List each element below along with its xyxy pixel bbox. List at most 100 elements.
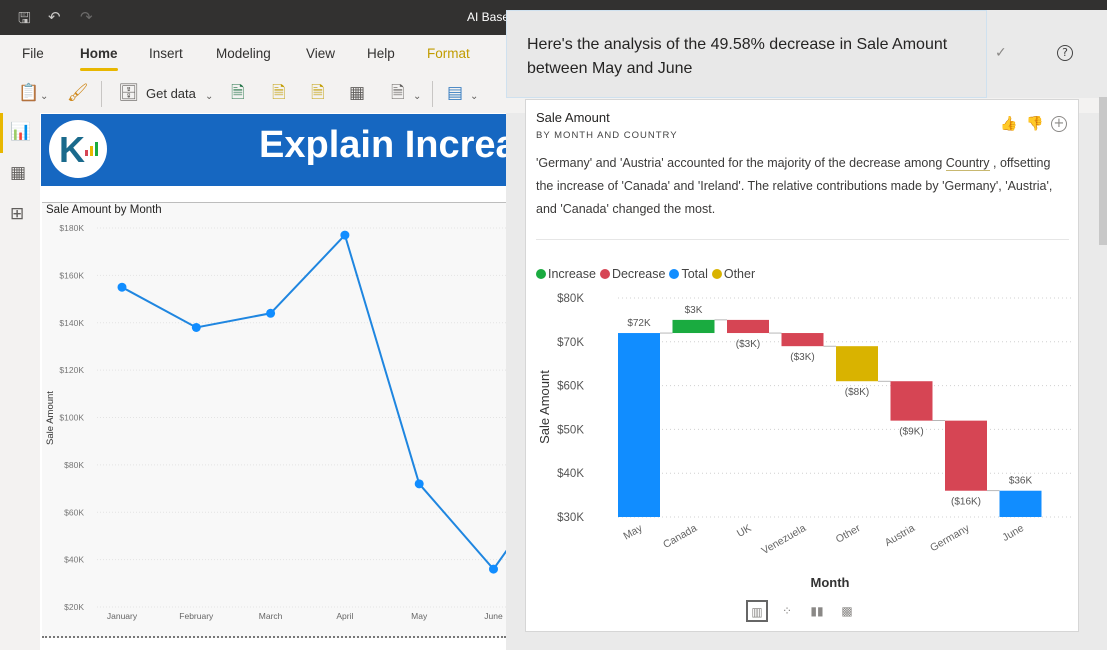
dataset-icon[interactable]: 🗎 <box>272 83 286 103</box>
y-tick-label: $80K <box>64 460 84 470</box>
x-tick-label: April <box>336 611 353 621</box>
ribbon-chart-button[interactable]: ▩ <box>836 600 858 622</box>
recent-sources-icon[interactable]: 🗎 <box>391 83 405 103</box>
y-axis-title: Sale Amount <box>45 391 56 445</box>
data-point <box>191 322 201 332</box>
waterfall-bar-venezuela <box>781 333 824 347</box>
chevron-down-icon[interactable]: ⌄ <box>40 87 48 107</box>
company-logo: K <box>49 120 107 178</box>
undo-icon[interactable]: ↶ <box>48 8 61 26</box>
waterfall-bar-canada <box>672 319 715 334</box>
y-tick-label: $40K <box>557 468 584 480</box>
waterfall-chart: $30K $40K $50K $60K $70K $80K Sale Amount Month… <box>537 293 1071 590</box>
data-view-icon[interactable]: ▦ <box>10 163 26 183</box>
waterfall-bar-june <box>999 490 1042 517</box>
waterfall-bar-germany <box>945 420 987 491</box>
y-tick-label: $160K <box>59 270 84 280</box>
help-icon[interactable]: ? <box>1057 45 1073 61</box>
data-label: $3K <box>685 305 703 316</box>
redo-icon[interactable]: ↷ <box>80 8 93 26</box>
tab-insert[interactable]: Insert <box>149 46 183 61</box>
chart-type-switcher: ▥ ⁘ ▮▮ ▩ <box>746 600 858 622</box>
chevron-down-icon[interactable]: ⌄ <box>470 87 478 107</box>
x-tick-label: Austria <box>883 522 917 549</box>
data-label: ($3K) <box>790 352 814 363</box>
waterfall-bar-austria <box>890 381 933 421</box>
data-point <box>414 479 424 489</box>
x-tick-label: Canada <box>661 522 699 551</box>
transform-data-icon[interactable]: ▤ <box>447 83 463 103</box>
data-label: ($16K) <box>951 497 981 508</box>
data-label: ($8K) <box>845 387 869 398</box>
y-tick-label: $60K <box>64 507 84 517</box>
x-tick-label: January <box>107 611 138 621</box>
x-tick-label: May <box>411 611 428 621</box>
waterfall-chart-button[interactable]: ▥ <box>746 600 768 622</box>
insight-card: Sale Amount BY MONTH AND COUNTRY 👍 👎 + '… <box>525 99 1079 632</box>
waterfall-bar-may <box>618 333 660 517</box>
data-label: $72K <box>627 318 651 329</box>
scatter-chart-button[interactable]: ⁘ <box>776 600 798 622</box>
tab-help[interactable]: Help <box>367 46 395 61</box>
get-data-button[interactable]: Get data <box>146 86 196 101</box>
x-tick-label: Venezuela <box>760 522 809 557</box>
x-tick-label: Germany <box>928 522 972 554</box>
y-tick-label: $120K <box>59 365 84 375</box>
active-tab-indicator <box>80 68 118 71</box>
tab-modeling[interactable]: Modeling <box>216 46 271 61</box>
format-painter-icon[interactable]: 🖌 <box>67 83 89 103</box>
paste-icon[interactable]: 📋 <box>18 83 39 103</box>
report-view-icon[interactable]: 📊 <box>10 122 31 142</box>
check-icon[interactable]: ✓ <box>995 45 1007 61</box>
data-point <box>340 230 350 240</box>
x-tick-label: Other <box>834 522 863 546</box>
chevron-down-icon[interactable]: ⌄ <box>413 87 421 107</box>
y-tick-label: $80K <box>557 293 584 305</box>
model-view-icon[interactable]: ⊞ <box>10 204 24 224</box>
x-tick-label: June <box>1000 522 1026 544</box>
window-title: AI Base <box>467 10 510 24</box>
data-line <box>121 233 506 571</box>
data-label: ($9K) <box>899 427 923 438</box>
svg-text:K: K <box>59 129 85 170</box>
save-icon[interactable]: 🖫 <box>18 8 31 33</box>
analysis-header: Here's the analysis of the 49.58% decrea… <box>506 10 987 98</box>
x-tick-label: May <box>621 522 645 543</box>
active-view-indicator <box>0 113 3 153</box>
line-chart-visual[interactable]: Sale Amount by Month $20K $40K $60K $80K $10… <box>42 202 506 638</box>
tab-format[interactable]: Format <box>427 46 470 61</box>
column-chart-button[interactable]: ▮▮ <box>806 600 828 622</box>
x-axis-title: Month <box>811 575 850 590</box>
tab-file[interactable]: File <box>22 46 44 61</box>
chevron-down-icon[interactable]: ⌄ <box>205 87 213 107</box>
y-tick-label: $60K <box>557 381 584 393</box>
report-banner: K Explain Increase <box>41 114 506 186</box>
data-point <box>117 282 127 292</box>
waterfall-bar-uk <box>727 319 769 334</box>
y-tick-label: $30K <box>557 512 584 524</box>
analysis-heading: Here's the analysis of the 49.58% decrea… <box>527 36 948 77</box>
data-point <box>266 308 276 318</box>
excel-icon[interactable]: 🗎 <box>231 83 245 103</box>
y-tick-label: $180K <box>59 223 84 233</box>
database-icon[interactable]: 🗄 <box>118 83 140 103</box>
scrollbar[interactable] <box>1099 97 1107 245</box>
line-chart: $20K $40K $60K $80K $100K $120K $140K $160K $180… <box>45 223 506 621</box>
sql-server-icon[interactable]: 🗎 <box>311 83 325 103</box>
enter-data-icon[interactable]: ▦ <box>349 83 365 103</box>
report-title: Explain Increase <box>259 124 506 166</box>
data-point <box>489 564 498 574</box>
y-tick-label: $20K <box>64 602 84 612</box>
tab-home[interactable]: Home <box>80 46 118 61</box>
x-tick-label: June <box>484 611 503 621</box>
toolbar-divider <box>432 81 433 107</box>
y-tick-label: $140K <box>59 318 84 328</box>
y-tick-label: $50K <box>557 424 584 436</box>
x-tick-label: UK <box>735 522 754 540</box>
tab-view[interactable]: View <box>306 46 335 61</box>
x-tick-label: March <box>259 611 283 621</box>
view-switcher <box>0 113 40 650</box>
waterfall-bar-other <box>836 346 878 382</box>
x-tick-label: February <box>179 611 214 621</box>
y-tick-label: $70K <box>557 337 584 349</box>
